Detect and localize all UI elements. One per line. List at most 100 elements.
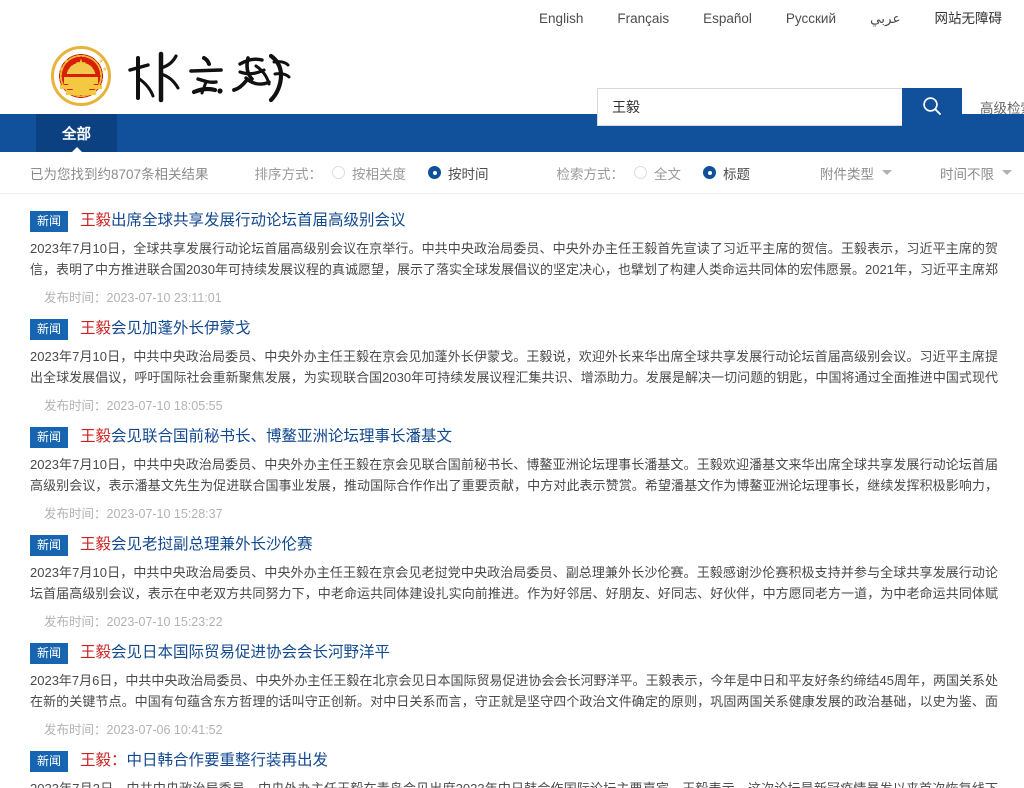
result-publish-time: 发布时间：2023-07-10 15:28:37 [30,503,998,522]
sort-relevance-label: 按相关度 [352,166,407,182]
result-category-badge: 新闻 [30,535,69,556]
result-title-link[interactable]: 王毅：中日韩合作要重整行装再出发 [80,752,328,771]
mode-group: 检索方式： 全文 标题 [557,163,773,183]
result-title-highlight: 王毅 [80,428,112,446]
result-publish-time: 发布时间：2023-07-10 18:05:55 [30,395,998,414]
search-result-item: 新闻 王毅：中日韩合作要重整行装再出发 2023年7月3日，中共中央政治局委员、… [30,742,998,788]
publish-time-label: 发布时间： [44,291,107,305]
result-header: 新闻 王毅会见加蓬外长伊蒙戈 [30,319,998,340]
search-results-list: 新闻 王毅出席全球共享发展行动论坛首届高级别会议 2023年7月10日，全球共享… [0,194,1024,788]
result-title-rest: 中日韩合作要重整行装再出发 [126,752,329,770]
result-publish-time: 发布时间：2023-07-10 23:11:01 [30,287,998,306]
result-title-link[interactable]: 王毅出席全球共享发展行动论坛首届高级别会议 [80,212,406,231]
result-header: 新闻 王毅会见联合国前秘书长、博鳌亚洲论坛理事长潘基文 [30,427,998,448]
publish-time-label: 发布时间： [44,615,107,629]
national-emblem-icon: ★ ★ ★ ★ ★ [50,45,112,107]
result-title-rest: 会见加蓬外长伊蒙戈 [111,320,251,338]
result-snippet: 2023年7月3日，中共中央政治局委员、中央外办主任王毅在青岛会见出席2023年… [30,778,998,788]
publish-time-value: 2023-07-06 10:41:52 [106,723,223,737]
attachment-type-dropdown[interactable]: 附件类型 [820,163,893,183]
publish-time-value: 2023-07-10 23:11:01 [106,291,222,305]
search-button[interactable] [902,88,962,126]
search-box [597,88,902,126]
mode-option-fulltext[interactable]: 全文 [634,163,681,183]
lang-english[interactable]: English [522,0,600,38]
result-title-rest: 会见日本国际贸易促进协会会长河野洋平 [111,644,391,662]
result-publish-time: 发布时间：2023-07-06 10:41:52 [30,719,998,738]
result-title-rest: 会见联合国前秘书长、博鳌亚洲论坛理事长潘基文 [111,428,453,446]
result-header: 新闻 王毅会见老挝副总理兼外长沙伦赛 [30,535,998,556]
result-snippet: 2023年7月10日，全球共享发展行动论坛首届高级别会议在京举行。中共中央政治局… [30,241,998,278]
result-header: 新闻 王毅会见日本国际贸易促进协会会长河野洋平 [30,643,998,664]
result-title-highlight: 王毅 [80,536,112,554]
result-snippet: 2023年7月10日，中共中央政治局委员、中央外办主任王毅在京会见联合国前秘书长… [30,457,998,494]
publish-time-label: 发布时间： [44,399,107,413]
time-range-label: 时间不限 [940,166,995,182]
advanced-search-link[interactable]: 高级检索 [980,97,1024,117]
result-title-highlight: 王毅 [80,320,112,338]
search-icon [921,95,943,120]
search-result-item: 新闻 王毅会见联合国前秘书长、博鳌亚洲论坛理事长潘基文 2023年7月10日，中… [30,418,998,526]
publish-time-value: 2023-07-10 18:05:55 [106,399,223,413]
site-header: ★ ★ ★ ★ ★ 王毅 高级检 [0,38,1024,126]
result-header: 新闻 王毅：中日韩合作要重整行装再出发 [30,751,998,772]
radio-icon-fulltext [634,166,648,179]
result-category-badge: 新闻 [30,427,69,448]
result-snippet: 2023年7月10日，中共中央政治局委员、中央外办主任王毅在京会见加蓬外长伊蒙戈… [30,349,998,386]
search-result-item: 新闻 王毅会见加蓬外长伊蒙戈 2023年7月10日，中共中央政治局委员、中央外办… [30,310,998,418]
nav-tab-all-label: 全部 [62,126,91,143]
lang-russian[interactable]: Русский [769,0,853,38]
radio-icon-time [428,166,442,179]
mode-option-title[interactable]: 标题 [703,163,750,183]
result-title-rest: 出席全球共享发展行动论坛首届高级别会议 [111,212,406,230]
result-title-highlight: 王毅： [80,752,127,770]
lang-francais[interactable]: Français [600,0,686,38]
radio-icon-title [703,166,717,179]
sort-option-relevance[interactable]: 按相关度 [332,163,406,183]
mode-fulltext-label: 全文 [654,166,682,182]
result-header: 新闻 王毅出席全球共享发展行动论坛首届高级别会议 [30,211,998,232]
result-title-link[interactable]: 王毅会见老挝副总理兼外长沙伦赛 [80,536,313,555]
result-snippet: 2023年7月10日，中共中央政治局委员、中央外办主任王毅在京会见老挝党中央政治… [30,565,998,602]
search-result-item: 新闻 王毅出席全球共享发展行动论坛首届高级别会议 2023年7月10日，全球共享… [30,202,998,310]
result-category-badge: 新闻 [30,211,69,232]
ministry-wordmark-icon [128,48,293,104]
sort-label: 排序方式： [254,166,323,182]
result-category-badge: 新闻 [30,643,69,664]
sort-time-label: 按时间 [448,166,489,182]
search-result-item: 新闻 王毅会见老挝副总理兼外长沙伦赛 2023年7月10日，中共中央政治局委员、… [30,526,998,634]
result-title-link[interactable]: 王毅会见联合国前秘书长、博鳌亚洲论坛理事长潘基文 [80,428,452,447]
result-category-badge: 新闻 [30,319,69,340]
result-snippet: 2023年7月6日，中共中央政治局委员、中央外办主任王毅在北京会见日本国际贸易促… [30,673,998,710]
accessibility-link[interactable]: 网站无障碍 [918,0,1011,38]
language-nav: English Français Español Русский عربي 网站… [0,0,1024,38]
result-count: 已为您找到约8707条相关结果 [30,166,209,182]
chevron-down-icon [1002,170,1013,175]
result-title-highlight: 王毅 [80,644,112,662]
result-category-badge: 新闻 [30,751,69,772]
search-input[interactable] [598,89,902,125]
attachment-type-label: 附件类型 [820,166,875,182]
publish-time-value: 2023-07-10 15:28:37 [106,507,223,521]
result-title-rest: 会见老挝副总理兼外长沙伦赛 [111,536,313,554]
search-result-item: 新闻 王毅会见日本国际贸易促进协会会长河野洋平 2023年7月6日，中共中央政治… [30,634,998,742]
result-publish-time: 发布时间：2023-07-10 15:23:22 [30,611,998,630]
filter-bar: 已为您找到约8707条相关结果 排序方式： 按相关度 按时间 检索方式： 全文 … [0,152,1024,194]
lang-espanol[interactable]: Español [686,0,769,38]
mode-label: 检索方式： [556,166,625,182]
result-title-link[interactable]: 王毅会见加蓬外长伊蒙戈 [80,320,251,339]
mode-title-label: 标题 [723,166,751,182]
lang-arabic[interactable]: عربي [853,0,918,38]
search-area: 高级检索 [597,88,1024,126]
publish-time-value: 2023-07-10 15:23:22 [106,615,223,629]
result-title-link[interactable]: 王毅会见日本国际贸易促进协会会长河野洋平 [80,644,390,663]
sort-option-time[interactable]: 按时间 [428,163,489,183]
sort-group: 排序方式： 按相关度 按时间 [255,163,511,183]
site-logo[interactable]: ★ ★ ★ ★ ★ [50,45,293,107]
result-title-highlight: 王毅 [80,212,112,230]
chevron-down-icon [882,170,893,175]
nav-tab-all[interactable]: 全部 [36,114,117,152]
publish-time-label: 发布时间： [44,507,107,521]
radio-icon-relevance [332,166,346,179]
time-range-dropdown[interactable]: 时间不限 [940,163,1013,183]
